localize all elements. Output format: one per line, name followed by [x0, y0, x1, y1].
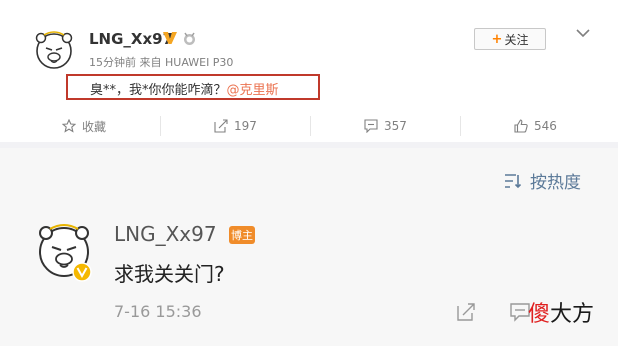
post-card: LNG_Xx97 15分钟前 来自 HUAWEI P30 + 关注 臭**，我*… — [0, 0, 618, 146]
chevron-down-icon[interactable] — [576, 28, 590, 38]
watermark-part2: 大方 — [550, 302, 595, 327]
reply-icon[interactable] — [510, 302, 530, 322]
favorite-label: 收藏 — [82, 119, 107, 134]
comment-count: 357 — [384, 119, 407, 133]
action-bar: 收藏 197 357 546 — [0, 112, 618, 140]
mention-link[interactable]: @克里斯 — [227, 83, 279, 98]
post-username[interactable]: LNG_Xx97 — [89, 30, 173, 48]
star-icon — [62, 119, 76, 133]
plus-icon: + — [491, 31, 503, 47]
action-divider — [310, 116, 311, 136]
follow-button[interactable]: + 关注 — [474, 28, 546, 50]
thumbs-up-icon — [514, 119, 528, 133]
comment-button[interactable]: 357 — [364, 112, 407, 140]
repost-count: 197 — [234, 119, 257, 133]
verified-badge-icon — [72, 262, 92, 282]
comment-text: 求我关关门? — [114, 262, 225, 286]
comment-icon — [364, 119, 378, 133]
sort-label: 按热度 — [530, 173, 581, 193]
verified-v-icon — [163, 32, 177, 44]
comment-time: 7-16 15:36 — [114, 302, 202, 321]
author-tag: 博主 — [229, 226, 255, 244]
comment-panel: 按热度 LNG_Xx97 博主 求我关关门? 7-16 15:36 傻大方 — [0, 148, 618, 346]
favorite-button[interactable]: 收藏 — [62, 112, 106, 140]
action-divider — [460, 116, 461, 136]
post-meta: 15分钟前 来自 HUAWEI P30 — [89, 56, 234, 69]
comment-username[interactable]: LNG_Xx97 — [114, 222, 217, 246]
like-button[interactable]: 546 — [514, 112, 557, 140]
sort-by-hot-button[interactable]: 按热度 — [504, 168, 581, 193]
action-divider — [160, 116, 161, 136]
member-badge-icon[interactable] — [182, 31, 197, 46]
watermark: 傻大方 — [528, 296, 594, 328]
repost-icon — [214, 119, 228, 133]
share-icon[interactable] — [456, 302, 476, 322]
post-text: 臭**，我*你你能咋滴？@克里斯 — [90, 79, 279, 98]
like-count: 546 — [534, 119, 557, 133]
post-body: 臭**，我*你你能咋滴？ — [90, 83, 227, 98]
follow-label: 关注 — [504, 32, 529, 47]
avatar[interactable] — [32, 28, 76, 72]
repost-button[interactable]: 197 — [214, 112, 257, 140]
sort-icon — [505, 173, 522, 188]
watermark-part1: 傻 — [528, 302, 551, 327]
